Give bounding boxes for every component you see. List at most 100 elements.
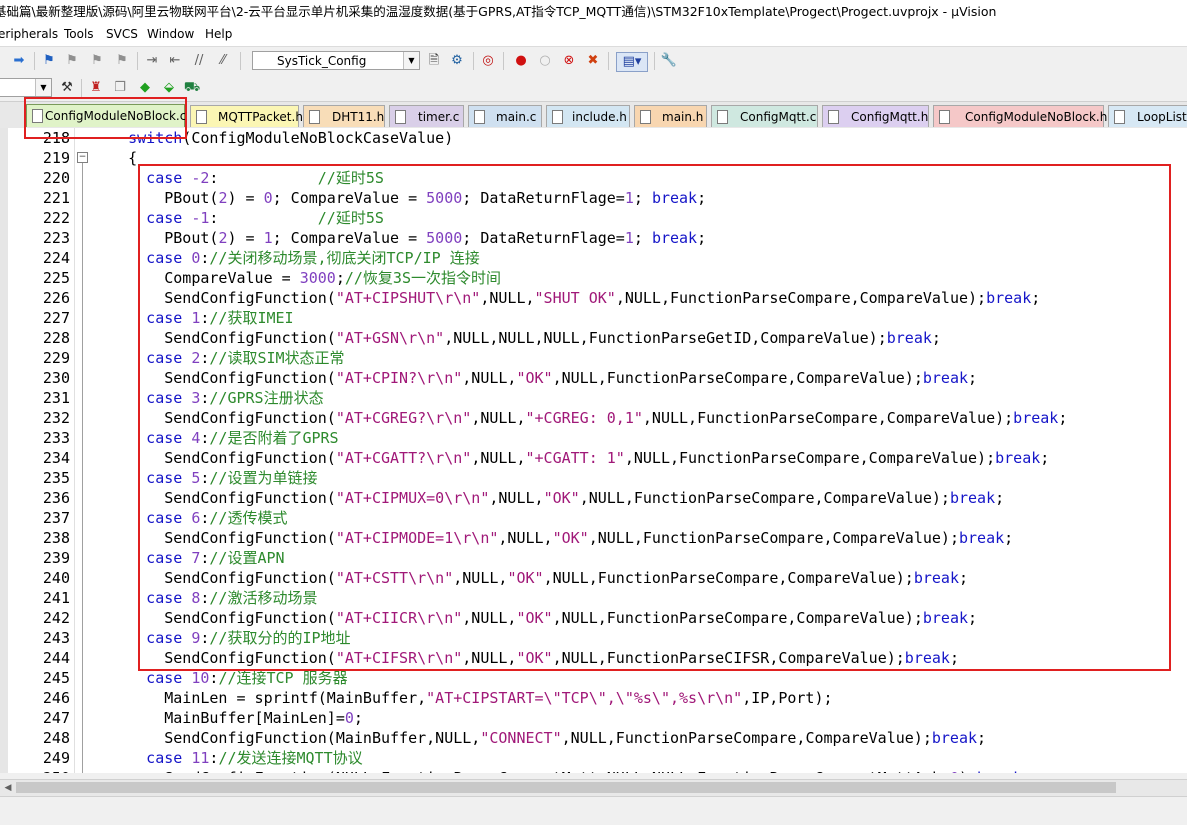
pack-installer-icon[interactable]: ⛟: [183, 79, 201, 97]
line-number: 241: [42, 589, 70, 607]
code-line[interactable]: CompareValue = 3000;//恢复3S一次指令时间: [92, 268, 501, 288]
uncomment-icon[interactable]: ⁄⁄: [214, 52, 232, 70]
code-token: case: [92, 209, 192, 227]
menu-help[interactable]: Help: [205, 24, 232, 44]
breakpoint-insert-icon[interactable]: ●: [512, 52, 530, 70]
breakpoint-clear-icon[interactable]: ⊗: [560, 52, 578, 70]
code-line[interactable]: SendConfigFunction("AT+CGATT?\r\n",NULL,…: [92, 448, 1049, 468]
breakpoint-disable-icon[interactable]: ○: [536, 52, 554, 70]
code-text-area[interactable]: switch(ConfigModuleNoBlockCaseValue) { c…: [88, 128, 1187, 773]
code-token: 1: [263, 229, 273, 247]
tab-main-h[interactable]: main.h: [634, 105, 707, 127]
function-combo[interactable]: SysTick_Config ▼: [252, 51, 420, 70]
code-line[interactable]: case 11://发送连接MQTT协议: [92, 748, 362, 768]
next-bookmark-icon[interactable]: ⚑: [88, 52, 106, 70]
code-token: :: [209, 209, 318, 227]
menu-svcs[interactable]: SVCS: [106, 24, 138, 44]
code-line[interactable]: case 5://设置为单链接: [92, 468, 317, 488]
tab-configmqtt-h[interactable]: ConfigMqtt.h: [822, 105, 929, 127]
code-token: switch: [92, 129, 183, 147]
code-line[interactable]: case -1: //延时5S: [92, 208, 384, 228]
code-token: ;: [977, 729, 987, 747]
line-number: 223: [42, 229, 70, 247]
code-line[interactable]: SendConfigFunction("AT+CIPMODE=1\r\n",NU…: [92, 528, 1013, 548]
code-line[interactable]: case 2://读取SIM状态正常: [92, 348, 344, 368]
code-line[interactable]: case 8://激活移动场景: [92, 588, 317, 608]
code-line[interactable]: {: [92, 148, 137, 168]
code-line[interactable]: SendConfigFunction("AT+CSTT\r\n",NULL,"O…: [92, 568, 968, 588]
tab-include-h[interactable]: include.h: [546, 105, 630, 127]
code-line[interactable]: SendConfigFunction("AT+CIFSR\r\n",NULL,"…: [92, 648, 959, 668]
scroll-left-icon[interactable]: ◀: [2, 781, 14, 795]
code-line[interactable]: SendConfigFunction("AT+CGREG?\r\n",NULL,…: [92, 408, 1067, 428]
tab-dht11-h[interactable]: DHT11.h: [303, 105, 385, 127]
select-packs-icon[interactable]: ◆: [136, 79, 154, 97]
prev-bookmark-icon[interactable]: ⚑: [63, 52, 81, 70]
code-line[interactable]: switch(ConfigModuleNoBlockCaseValue): [92, 128, 453, 148]
debug-start-icon[interactable]: ◎: [479, 52, 497, 70]
breakpoint-kill-icon[interactable]: ✖: [584, 52, 602, 70]
code-line[interactable]: SendConfigFunction("AT+GSN\r\n",NULL,NUL…: [92, 328, 941, 348]
chevron-down-icon[interactable]: ▼: [403, 52, 419, 69]
code-token: MainLen = sprintf(MainBuffer,: [92, 689, 427, 707]
window-layout-icon[interactable]: ▤▾: [616, 52, 648, 72]
code-line[interactable]: PBout(2) = 0; CompareValue = 5000; DataR…: [92, 188, 706, 208]
configure-icon[interactable]: 🔧: [660, 52, 678, 70]
tab-looplist-h[interactable]: LoopList.h: [1108, 105, 1187, 127]
line-number: 237: [42, 509, 70, 527]
navigate-forward-icon[interactable]: ➡: [10, 52, 28, 70]
indent-icon[interactable]: ⇥: [143, 52, 161, 70]
code-line[interactable]: case 3://GPRS注册状态: [92, 388, 323, 408]
manage-project-items-icon[interactable]: ♜: [87, 79, 105, 97]
menu-peripherals[interactable]: eripherals: [0, 24, 58, 44]
code-line[interactable]: PBout(2) = 1; CompareValue = 5000; DataR…: [92, 228, 706, 248]
code-editor[interactable]: 218 219 220 221 222 223 224 225 226 227 228 229 230 2…: [0, 128, 1187, 773]
clear-bookmarks-icon[interactable]: ⚑: [113, 52, 131, 70]
tab-mqttpacket-h[interactable]: MQTTPacket.h: [190, 105, 303, 127]
incremental-find-icon[interactable]: ⚙: [448, 52, 466, 70]
code-token: SendConfigFunction(: [92, 289, 336, 307]
code-line[interactable]: SendConfigFunction(MainBuffer,NULL,"CONN…: [92, 728, 986, 748]
code-line[interactable]: MainLen = sprintf(MainBuffer,"AT+CIPSTAR…: [92, 688, 832, 708]
code-line[interactable]: case 6://透传模式: [92, 508, 287, 528]
code-line[interactable]: SendConfigFunction("AT+CPIN?\r\n",NULL,"…: [92, 368, 977, 388]
code-line[interactable]: case 1://获取IMEI: [92, 308, 293, 328]
tab-timer-c[interactable]: timer.c: [389, 105, 464, 127]
line-number: 234: [42, 449, 70, 467]
collapse-icon[interactable]: −: [77, 152, 88, 163]
code-line[interactable]: case 7://设置APN: [92, 548, 284, 568]
find-icon[interactable]: 🗎: [425, 52, 443, 70]
code-line[interactable]: case 4://是否附着了GPRS: [92, 428, 338, 448]
comment-icon[interactable]: //: [190, 52, 208, 70]
unindent-icon[interactable]: ⇤: [166, 52, 184, 70]
menu-tools[interactable]: Tools: [64, 24, 94, 44]
horizontal-scrollbar[interactable]: ◀: [0, 779, 1187, 797]
bookmark-icon[interactable]: ⚑: [40, 52, 58, 70]
target-combo[interactable]: ▼: [0, 78, 52, 97]
code-line[interactable]: SendConfigFunction("AT+CIICR\r\n",NULL,"…: [92, 608, 977, 628]
code-line[interactable]: SendConfigFunction("AT+CIPMUX=0\r\n",NUL…: [92, 488, 1004, 508]
line-number: 245: [42, 669, 70, 687]
tab-configmqtt-c[interactable]: ConfigMqtt.c: [711, 105, 818, 127]
tab-main-c[interactable]: main.c: [468, 105, 542, 127]
manage-rte-icon[interactable]: ⬙: [160, 79, 178, 97]
code-line[interactable]: case 0://关闭移动场景,彻底关闭TCP/IP 连接: [92, 248, 480, 268]
chevron-down-icon[interactable]: ▼: [35, 79, 51, 96]
code-token: 1: [624, 189, 634, 207]
code-line[interactable]: SendConfigFunction("AT+CIPSHUT\r\n",NULL…: [92, 288, 1040, 308]
target-options-icon[interactable]: ⚒: [58, 79, 76, 97]
code-line[interactable]: case 10://连接TCP 服务器: [92, 668, 347, 688]
line-number: 242: [42, 609, 70, 627]
tab-configmodulenoblock-c[interactable]: ConfigModuleNoBlock.c: [26, 104, 186, 127]
code-line[interactable]: case 9://获取分的的IP地址: [92, 628, 350, 648]
editor-left-margin[interactable]: [0, 128, 8, 773]
line-number: 243: [42, 629, 70, 647]
fold-gutter[interactable]: −: [74, 128, 89, 773]
tab-configmodulenoblock-h[interactable]: ConfigModuleNoBlock.h: [933, 105, 1107, 127]
manage-multi-project-icon[interactable]: ❐: [111, 79, 129, 97]
code-token: "AT+CIFSR\r\n": [335, 649, 463, 667]
code-line[interactable]: case -2: //延时5S: [92, 168, 384, 188]
scrollbar-thumb[interactable]: [16, 782, 1116, 793]
code-line[interactable]: MainBuffer[MainLen]=0;: [92, 708, 363, 728]
menu-window[interactable]: Window: [147, 24, 194, 44]
